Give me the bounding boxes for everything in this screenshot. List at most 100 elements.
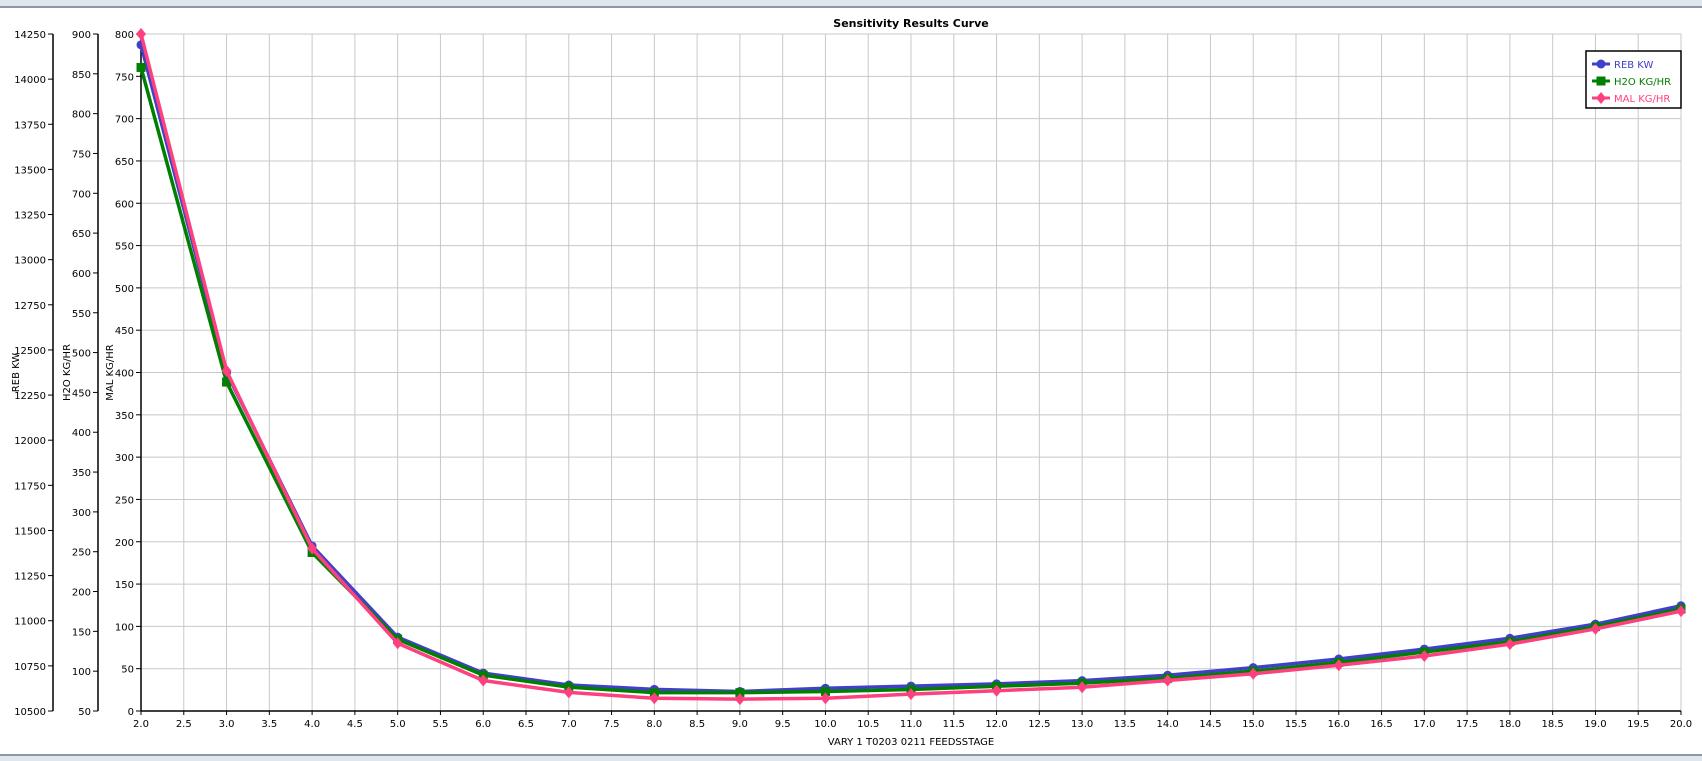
x-tick-label: 19.5: [1627, 719, 1649, 730]
y-tick-label: 400: [72, 428, 91, 439]
x-tick-label: 6.0: [475, 719, 491, 730]
y-tick-label: 100: [115, 622, 134, 633]
y-tick-label: 800: [72, 110, 91, 121]
x-tick-label: 14.0: [1157, 719, 1179, 730]
y-tick-label: 550: [115, 242, 134, 253]
x-tick-label: 13.5: [1114, 719, 1136, 730]
y-tick-label: 600: [72, 269, 91, 280]
x-tick-label: 5.0: [390, 719, 406, 730]
y-tick-label: 12750: [14, 301, 46, 312]
window-bottom-border: [0, 754, 1702, 761]
y-tick-label: 150: [115, 580, 134, 591]
y-axis-label: REB KW: [11, 353, 22, 393]
x-tick-label: 3.5: [261, 719, 277, 730]
x-tick-label: 4.5: [347, 719, 363, 730]
data-point: [1596, 59, 1606, 69]
y-tick-label: 250: [115, 495, 134, 506]
x-tick-label: 9.0: [732, 719, 748, 730]
y-tick-label: 450: [115, 326, 134, 337]
y-tick-label: 750: [72, 149, 91, 160]
sensitivity-chart: Sensitivity Results Curve VARY 1 T0203 0…: [11, 17, 1692, 748]
y-tick-label: 13000: [14, 256, 46, 267]
y-tick-label: 150: [72, 627, 91, 638]
y-axis-label: MAL KG/HR: [105, 344, 116, 400]
y-tick-label: 650: [115, 157, 134, 168]
x-tick-label: 16.0: [1328, 719, 1350, 730]
x-tick-label: 18.5: [1542, 719, 1564, 730]
y-tick-label: 500: [115, 284, 134, 295]
y-tick-label: 300: [115, 453, 134, 464]
y-tick-label: 50: [78, 707, 91, 718]
x-tick-label: 9.5: [775, 719, 791, 730]
x-tick-label: 8.5: [689, 719, 705, 730]
x-tick-label: 4.0: [304, 719, 320, 730]
x-tick-label: 7.5: [604, 719, 620, 730]
x-tick-label: 12.5: [1028, 719, 1050, 730]
y-tick-label: 10500: [14, 707, 46, 718]
data-point: [1596, 76, 1606, 86]
y-tick-label: 200: [115, 538, 134, 549]
x-tick-label: 5.5: [432, 719, 448, 730]
chart-title: Sensitivity Results Curve: [833, 17, 988, 30]
x-axis-label: VARY 1 T0203 0211 FEEDSSTAGE: [828, 737, 994, 748]
x-tick-label: 19.0: [1584, 719, 1606, 730]
x-tick-label: 10.0: [814, 719, 836, 730]
x-tick-label: 20.0: [1670, 719, 1692, 730]
y-tick-label: 50: [121, 665, 134, 676]
y-tick-label: 400: [115, 369, 134, 380]
y-tick-label: 450: [72, 388, 91, 399]
x-tick-label: 17.0: [1413, 719, 1435, 730]
x-tick-label: 6.5: [518, 719, 534, 730]
y-tick-label: 12000: [14, 436, 46, 447]
x-tick-label: 2.0: [133, 719, 149, 730]
x-tick-label: 3.0: [219, 719, 235, 730]
y-tick-label: 250: [72, 548, 91, 559]
y-tick-label: 200: [72, 588, 91, 599]
y-tick-label: 800: [115, 30, 134, 41]
y-tick-label: 650: [72, 229, 91, 240]
y-tick-label: 13500: [14, 165, 46, 176]
y-tick-label: 14250: [14, 30, 46, 41]
y-tick-label: 900: [72, 30, 91, 41]
y-tick-label: 700: [72, 189, 91, 200]
data-point: [136, 62, 146, 72]
x-tick-label: 17.5: [1456, 719, 1478, 730]
x-tick-label: 15.0: [1242, 719, 1264, 730]
y-tick-label: 11000: [14, 617, 46, 628]
y-tick-label: 500: [72, 349, 91, 360]
y-tick-label: 11500: [14, 526, 46, 537]
axes: 2.0 2.5 3.0 3.5 4.0 4.5 5.0 5.5 6.0 6.5 7.0 7.5 8.0 8…: [11, 30, 1692, 730]
y-tick-label: 850: [72, 70, 91, 81]
x-tick-label: 11.0: [900, 719, 922, 730]
legend-label: MAL KG/HR: [1614, 94, 1670, 105]
y-tick-label: 350: [72, 468, 91, 479]
y-tick-label: 350: [115, 411, 134, 422]
y-tick-label: 700: [115, 115, 134, 126]
y-tick-label: 100: [72, 667, 91, 678]
x-tick-label: 15.5: [1285, 719, 1307, 730]
data-point: [136, 28, 146, 40]
y-tick-label: 0: [128, 707, 134, 718]
y-tick-label: 11750: [14, 481, 46, 492]
y-tick-label: 550: [72, 309, 91, 320]
y-axis-label: H2O KG/HR: [62, 344, 73, 401]
x-tick-label: 16.5: [1370, 719, 1392, 730]
y-tick-label: 600: [115, 199, 134, 210]
x-tick-label: 18.0: [1499, 719, 1521, 730]
y-tick-label: 750: [115, 72, 134, 83]
x-tick-label: 12.0: [985, 719, 1007, 730]
x-tick-label: 11.5: [943, 719, 965, 730]
x-tick-label: 7.0: [561, 719, 577, 730]
x-tick-label: 13.0: [1071, 719, 1093, 730]
legend-label: H2O KG/HR: [1614, 77, 1671, 88]
y-tick-label: 13250: [14, 211, 46, 222]
x-tick-label: 10.5: [857, 719, 879, 730]
y-tick-label: 13750: [14, 120, 46, 131]
x-tick-label: 8.0: [646, 719, 662, 730]
y-tick-label: 10750: [14, 662, 46, 673]
y-tick-label: 11250: [14, 572, 46, 583]
legend: REB KW H2O KG/HR MAL KG/HR: [1585, 50, 1682, 109]
legend-label: REB KW: [1614, 60, 1654, 71]
x-tick-label: 2.5: [176, 719, 192, 730]
x-tick-label: 14.5: [1199, 719, 1221, 730]
